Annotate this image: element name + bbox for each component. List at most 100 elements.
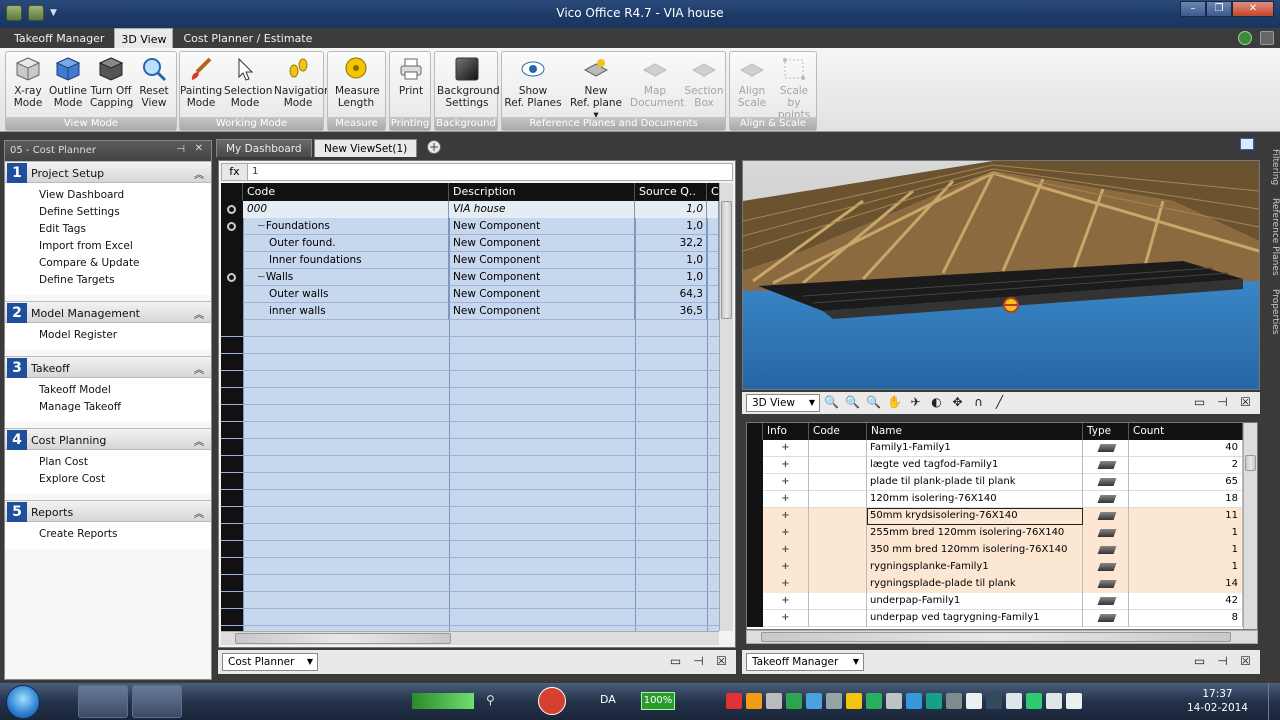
wireless-icon[interactable]: ⚲: [486, 693, 502, 709]
close-icon[interactable]: ☒: [1238, 654, 1253, 669]
table-row[interactable]: + 255mm bred 120mm isolering-76X140 1: [747, 525, 1243, 542]
table-row[interactable]: + Family1-Family1 40: [747, 440, 1243, 457]
column-header-count[interactable]: Count: [1129, 423, 1243, 440]
side-tab-filtering[interactable]: Filtering: [1266, 144, 1280, 190]
cell-code[interactable]: [809, 542, 867, 559]
workflow-link[interactable]: Edit Tags: [39, 221, 211, 238]
table-row[interactable]: + rygningsplade-plade til plank 14: [747, 576, 1243, 593]
cell-c[interactable]: [707, 235, 719, 252]
row-header[interactable]: [747, 474, 763, 491]
cell-code[interactable]: [809, 593, 867, 610]
takeoff-vertical-scrollbar[interactable]: [1243, 423, 1257, 629]
scale-by-points-button[interactable]: Scale by points: [773, 55, 815, 121]
taskbar-app-citroen[interactable]: [78, 685, 128, 718]
cell-count[interactable]: 18: [1129, 491, 1243, 508]
zoom-in-icon[interactable]: 🔍: [866, 395, 881, 410]
collapse-icon[interactable]: −: [257, 220, 266, 232]
cell-name[interactable]: rygningsplade-plade til plank: [867, 576, 1083, 593]
cell-code[interactable]: −Walls: [243, 269, 449, 286]
cell-c[interactable]: [707, 286, 719, 303]
column-header-name[interactable]: Name: [867, 423, 1083, 440]
new-ref-plane-button[interactable]: New Ref. plane ▾: [566, 55, 626, 121]
fly-icon[interactable]: ✈: [908, 395, 923, 410]
cell-code[interactable]: inner walls: [243, 303, 449, 320]
expand-row-icon[interactable]: +: [763, 576, 809, 593]
tray-icon-s[interactable]: [746, 693, 762, 709]
cell-code[interactable]: Outer found.: [243, 235, 449, 252]
close-icon[interactable]: ✕: [195, 143, 203, 154]
cell-type[interactable]: [1083, 576, 1129, 593]
show-desktop-button[interactable]: [1268, 683, 1280, 720]
workflow-section-header[interactable]: 4 Cost Planning ︽: [5, 428, 211, 450]
reset-view-button[interactable]: Reset View: [133, 55, 175, 109]
selection-mode-button[interactable]: Selection Mode: [224, 55, 272, 109]
table-row[interactable]: inner walls New Component 36,5: [221, 303, 719, 320]
chevron-up-icon[interactable]: ︽: [194, 306, 204, 321]
tray-icon-g[interactable]: [846, 693, 862, 709]
chevron-up-icon[interactable]: ︽: [194, 361, 204, 376]
workflow-link[interactable]: Takeoff Model: [39, 382, 211, 399]
cell-code[interactable]: [809, 610, 867, 627]
cell-code[interactable]: [809, 474, 867, 491]
antivirus-icon[interactable]: [538, 687, 566, 715]
side-tab-reference-planes[interactable]: Reference Planes: [1266, 194, 1280, 280]
cell-c[interactable]: [707, 303, 719, 320]
magnet-icon[interactable]: ∩: [971, 395, 986, 410]
cell-source-quantity[interactable]: 32,2: [635, 235, 707, 252]
row-header[interactable]: [221, 218, 243, 235]
row-header[interactable]: [747, 593, 763, 610]
workflow-link[interactable]: Model Register: [39, 327, 211, 344]
table-row[interactable]: −Foundations New Component 1,0: [221, 218, 719, 235]
workflow-link[interactable]: Compare & Update: [39, 255, 211, 272]
turn-off-capping-button[interactable]: Turn Off Capping: [90, 55, 133, 109]
tab-3d-view[interactable]: 3D View: [114, 28, 174, 48]
grid-vertical-scrollbar[interactable]: [719, 183, 733, 631]
workflow-link[interactable]: Define Targets: [39, 272, 211, 289]
table-row[interactable]: + 120mm isolering-76X140 18: [747, 491, 1243, 508]
row-header[interactable]: [221, 252, 243, 269]
cell-code[interactable]: [809, 491, 867, 508]
cell-type[interactable]: [1083, 491, 1129, 508]
scroll-thumb[interactable]: [235, 633, 451, 644]
pin-icon[interactable]: ⊣: [691, 654, 706, 669]
cell-count[interactable]: 11: [1129, 508, 1243, 525]
cell-type[interactable]: [1083, 542, 1129, 559]
tray-icon-n[interactable]: [1026, 693, 1042, 709]
view-select[interactable]: 3D View ▼: [746, 394, 820, 412]
xray-mode-button[interactable]: X-ray Mode: [7, 55, 49, 109]
takeoff-view-select[interactable]: Takeoff Manager ▼: [746, 653, 864, 671]
collapse-ribbon-icon[interactable]: [1260, 31, 1274, 45]
cell-description[interactable]: New Component: [449, 286, 635, 303]
tray-icon-j[interactable]: [906, 693, 922, 709]
row-header[interactable]: [747, 491, 763, 508]
cell-count[interactable]: 65: [1129, 474, 1243, 491]
row-header[interactable]: [747, 610, 763, 627]
cell-name[interactable]: plade til plank-plade til plank: [867, 474, 1083, 491]
cell-count[interactable]: 2: [1129, 457, 1243, 474]
chevron-up-icon[interactable]: ︽: [194, 166, 204, 181]
start-button[interactable]: [6, 685, 40, 719]
cell-code[interactable]: [809, 576, 867, 593]
table-row[interactable]: Inner foundations New Component 1,0: [221, 252, 719, 269]
workflow-section-header[interactable]: 3 Takeoff ︽: [5, 356, 211, 378]
tray-icon-k[interactable]: [926, 693, 942, 709]
tab-takeoff-manager[interactable]: Takeoff Manager: [8, 28, 110, 48]
show-ref-planes-button[interactable]: Show Ref. Planes: [504, 55, 562, 109]
side-tab-properties[interactable]: Properties: [1266, 284, 1280, 340]
table-row[interactable]: Outer walls New Component 64,3: [221, 286, 719, 303]
cell-code[interactable]: [809, 508, 867, 525]
workflow-link[interactable]: Define Settings: [39, 204, 211, 221]
chevron-up-icon[interactable]: ︽: [194, 505, 204, 520]
orbit-icon[interactable]: ◐: [929, 395, 944, 410]
row-header[interactable]: [747, 559, 763, 576]
pin-icon[interactable]: ⊣: [176, 144, 185, 155]
cell-name[interactable]: 50mm krydsisolering-76X140: [867, 508, 1083, 525]
cell-count[interactable]: 1: [1129, 542, 1243, 559]
row-header[interactable]: [221, 286, 243, 303]
cell-description[interactable]: VIA house: [449, 201, 635, 218]
cell-description[interactable]: New Component: [449, 252, 635, 269]
table-row[interactable]: + underpap ved tagrygning-Family1 8: [747, 610, 1243, 627]
cell-name[interactable]: underpap ved tagrygning-Family1: [867, 610, 1083, 627]
cell-type[interactable]: [1083, 508, 1129, 525]
formula-bar[interactable]: fx 1: [221, 163, 733, 181]
